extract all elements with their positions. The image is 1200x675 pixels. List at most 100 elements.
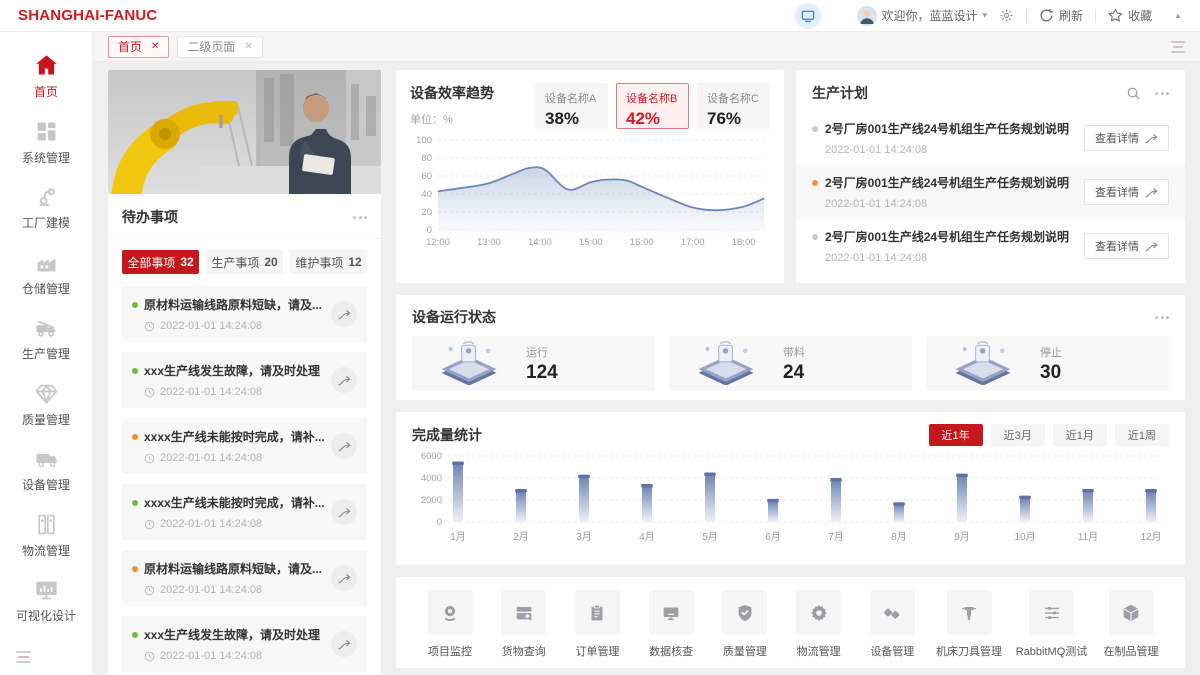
device-stat-设备名称A[interactable]: 设备名称A 38% <box>535 83 608 129</box>
tool-icon <box>946 590 992 635</box>
more-icon[interactable] <box>353 215 367 219</box>
todo-list-item[interactable]: 原材料运输线路原料短缺，请及... 2022-01-01 14:24:08 <box>122 286 367 342</box>
sidebar-collapse-icon[interactable] <box>16 651 31 663</box>
sidebar-item-系统管理[interactable]: 系统管理 <box>0 118 92 184</box>
quick-link-机床刀具管理[interactable]: 机床刀具管理 <box>936 590 1002 659</box>
plan-list-item[interactable]: 2号厂房001生产线24号机组生产任务规划说明 2022-01-01 14:24:… <box>796 165 1185 219</box>
status-value: 124 <box>526 361 558 383</box>
range-button-近1周[interactable]: 近1周 <box>1114 424 1169 446</box>
todo-list-item[interactable]: xxx生产线发生故障，请及时处理 2022-01-01 14:24:08 <box>122 616 367 672</box>
status-box-停止[interactable]: 停止 30 <box>926 336 1169 391</box>
chevron-down-icon: ▾ <box>982 10 988 20</box>
quick-link-在制品管理[interactable]: 在制品管理 <box>1101 590 1161 659</box>
todo-item-time-row: 2022-01-01 14:24:08 <box>132 386 331 398</box>
status-value: 30 <box>1040 361 1062 383</box>
svg-text:12:00: 12:00 <box>426 237 450 248</box>
close-icon[interactable]: ✕ <box>151 41 159 52</box>
svg-text:13:00: 13:00 <box>477 237 501 248</box>
todo-filter-生产事项[interactable]: 生产事项 20 <box>206 250 283 274</box>
monitor-chart-icon <box>33 576 60 603</box>
todo-filter-全部事项[interactable]: 全部事项 32 <box>122 250 199 274</box>
plan-list-item[interactable]: 2号厂房001生产线24号机组生产任务规划说明 2022-01-01 14:24:… <box>796 219 1185 273</box>
dashboard-icon[interactable] <box>794 2 821 29</box>
quick-link-数据核查[interactable]: 数据核查 <box>641 590 701 659</box>
todo-list-item[interactable]: xxx生产线发生故障，请及时处理 2022-01-01 14:24:08 <box>122 352 367 408</box>
favorite-button[interactable]: 收藏 <box>1108 7 1152 24</box>
plan-item-time: 2022-01-01 14:24:08 <box>825 144 928 156</box>
svg-text:6000: 6000 <box>421 451 442 462</box>
svg-text:11月: 11月 <box>1078 531 1098 543</box>
machine-3d-icon <box>693 338 759 386</box>
more-icon[interactable] <box>1155 315 1169 319</box>
range-button-近1月[interactable]: 近1月 <box>1052 424 1107 446</box>
tab-二级页面[interactable]: 二级页面 ✕ <box>177 35 263 58</box>
sidebar-item-物流管理[interactable]: 物流管理 <box>0 511 92 577</box>
close-icon[interactable]: ✕ <box>244 41 252 52</box>
sidebar-item-设备管理[interactable]: 设备管理 <box>0 445 92 511</box>
quick-link-项目监控[interactable]: 项目监控 <box>420 590 480 659</box>
favorite-label: 收藏 <box>1128 9 1153 23</box>
tab-label: 二级页面 <box>187 40 236 54</box>
hero-image <box>108 70 381 194</box>
todo-list-item[interactable]: xxxx生产线未能按时完成，请补... 2022-01-01 14:24:08 <box>122 418 367 474</box>
filter-label: 生产事项 <box>211 255 260 270</box>
view-detail-button[interactable]: 查看详情 <box>1084 179 1169 205</box>
todo-item-main: xxx生产线发生故障，请及时处理 2022-01-01 14:24:08 <box>132 362 331 398</box>
todo-list-item[interactable]: xxxx生产线未能按时完成，请补... 2022-01-01 14:24:08 <box>122 484 367 540</box>
app-header: SHANGHAI-FANUC 欢迎你，蓝蓝设计 ▾ 刷新 收藏 ▲ <box>0 0 1200 32</box>
box-search-icon <box>501 590 547 635</box>
sidebar-item-label: 首页 <box>33 85 58 99</box>
sidebar-item-label: 设备管理 <box>21 478 70 492</box>
sidebar-item-首页[interactable]: 首页 <box>0 52 92 118</box>
sidebar-item-质量管理[interactable]: 质量管理 <box>0 380 92 446</box>
plan-list-item[interactable]: 2号厂房001生产线24号机组生产任务规划说明 2022-01-01 14:24:… <box>796 111 1185 165</box>
efficiency-card: 设备效率趋势 单位：% 设备名称A 38% 设备名称B 42% 设备名称C 76% 0 20… <box>396 70 784 283</box>
star-icon <box>1108 8 1123 23</box>
status-box-运行[interactable]: 运行 124 <box>412 336 655 391</box>
quick-link-RabbitMQ测试[interactable]: RabbitMQ测试 <box>1016 590 1087 659</box>
range-button-近3月[interactable]: 近3月 <box>990 424 1045 446</box>
goto-arrow-button[interactable] <box>331 565 357 591</box>
quick-link-质量管理[interactable]: 质量管理 <box>715 590 775 659</box>
goto-arrow-button[interactable] <box>331 367 357 393</box>
search-icon[interactable] <box>1126 86 1141 101</box>
view-detail-button[interactable]: 查看详情 <box>1084 125 1169 151</box>
collapse-header-icon[interactable]: ▲ <box>1174 11 1182 20</box>
svg-text:20: 20 <box>421 207 432 218</box>
tab-menu-icon[interactable] <box>1171 40 1185 53</box>
user-menu[interactable]: 欢迎你，蓝蓝设计 ▾ <box>856 5 988 26</box>
todo-item-main: xxxx生产线未能按时完成，请补... 2022-01-01 14:24:08 <box>132 494 331 530</box>
goto-arrow-button[interactable] <box>331 631 357 657</box>
modules-icon <box>33 118 60 145</box>
goto-arrow-button[interactable] <box>331 433 357 459</box>
goto-arrow-button[interactable] <box>331 301 357 327</box>
gear-icon[interactable] <box>999 8 1014 23</box>
status-box-带料[interactable]: 带料 24 <box>669 336 912 391</box>
view-detail-label: 查看详情 <box>1095 187 1139 199</box>
sidebar-item-可视化设计[interactable]: 可视化设计 <box>0 576 92 642</box>
quick-link-设备管理[interactable]: 设备管理 <box>862 590 922 659</box>
svg-text:2月: 2月 <box>513 531 529 543</box>
todo-list-item[interactable]: 原材料运输线路原料短缺，请及... 2022-01-01 14:24:08 <box>122 550 367 606</box>
view-detail-button[interactable]: 查看详情 <box>1084 233 1169 259</box>
quick-link-货物查询[interactable]: 货物查询 <box>494 590 554 659</box>
sidebar-item-仓储管理[interactable]: 仓储管理 <box>0 249 92 315</box>
device-stat-设备名称B[interactable]: 设备名称B 42% <box>616 83 689 129</box>
todo-filter-维护事项[interactable]: 维护事项 12 <box>290 250 367 274</box>
goto-arrow-button[interactable] <box>331 499 357 525</box>
diamonds-icon <box>869 590 915 635</box>
todo-item-title-row: 原材料运输线路原料短缺，请及... <box>132 296 331 313</box>
sidebar-item-生产管理[interactable]: 生产管理 <box>0 314 92 380</box>
todo-item-time-row: 2022-01-01 14:24:08 <box>132 584 331 596</box>
device-stat-设备名称C[interactable]: 设备名称C 76% <box>697 83 770 129</box>
quick-link-label: 货物查询 <box>501 646 546 658</box>
sidebar-item-工厂建模[interactable]: 工厂建模 <box>0 183 92 249</box>
refresh-button[interactable]: 刷新 <box>1039 7 1083 24</box>
quick-link-订单管理[interactable]: 订单管理 <box>567 590 627 659</box>
range-button-近1年[interactable]: 近1年 <box>928 424 983 446</box>
more-icon[interactable] <box>1155 91 1169 95</box>
status-text: 带料 24 <box>783 344 805 384</box>
quick-link-物流管理[interactable]: 物流管理 <box>789 590 849 659</box>
clock-icon <box>144 321 155 332</box>
tab-首页[interactable]: 首页 ✕ <box>108 35 170 58</box>
